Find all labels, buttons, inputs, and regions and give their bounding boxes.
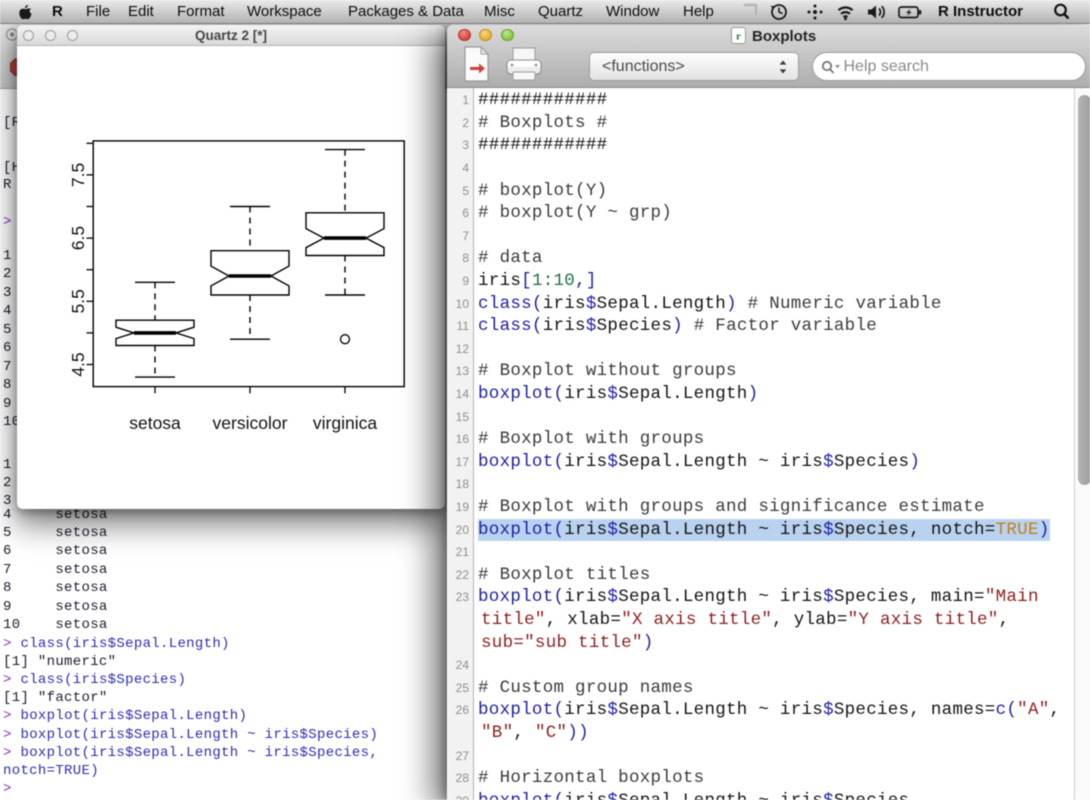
svg-text:7.5: 7.5 — [68, 163, 88, 187]
svg-text:6.5: 6.5 — [68, 226, 88, 250]
svg-text:4.5: 4.5 — [68, 352, 88, 376]
svg-text:r: r — [736, 31, 741, 43]
svg-text:setosa: setosa — [129, 413, 181, 433]
svg-text:5.5: 5.5 — [68, 289, 88, 313]
svg-text:virginica: virginica — [313, 413, 377, 433]
svg-text:versicolor: versicolor — [213, 413, 288, 433]
